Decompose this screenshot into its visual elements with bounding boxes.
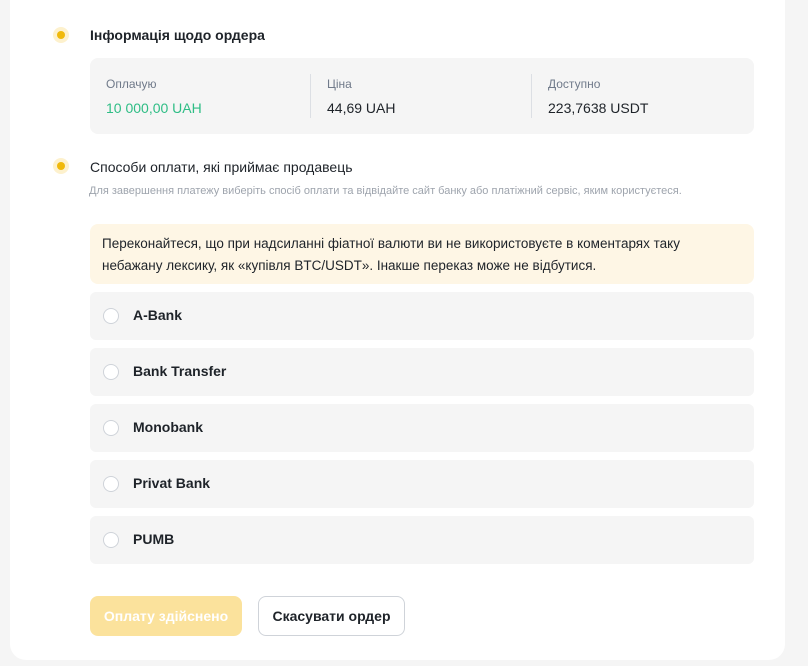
price-label: Ціна — [327, 77, 352, 91]
info-divider — [310, 74, 311, 118]
order-info-box: Оплачую 10 000,00 UAH Ціна 44,69 UAH Дос… — [90, 58, 754, 134]
price-value: 44,69 UAH — [327, 100, 396, 116]
payment-option-label: Privat Bank — [133, 475, 211, 491]
pay-amount-value: 10 000,00 UAH — [106, 100, 202, 116]
payment-methods-title: Способи оплати, які приймає продавець — [90, 159, 353, 175]
payment-option-label: Monobank — [133, 419, 203, 435]
order-info-title: Інформація щодо ордера — [90, 27, 265, 43]
payment-done-button[interactable]: Оплату здійснено — [90, 596, 242, 636]
cancel-order-button[interactable]: Скасувати ордер — [258, 596, 405, 636]
available-label: Доступно — [548, 77, 601, 91]
info-divider — [531, 74, 532, 118]
step-indicator-dot — [57, 31, 65, 39]
payment-option-label: A-Bank — [133, 307, 183, 323]
payment-option-bank-transfer[interactable]: Bank Transfer — [90, 348, 754, 396]
payment-option-monobank[interactable]: Monobank — [90, 404, 754, 452]
available-value: 223,7638 USDT — [548, 100, 649, 116]
radio-button[interactable] — [103, 420, 119, 436]
radio-button[interactable] — [103, 364, 119, 380]
payment-option-a-bank[interactable]: A-Bank — [90, 292, 754, 340]
payment-methods-hint: Для завершення платежу виберіть спосіб о… — [89, 185, 682, 197]
payment-option-pumb[interactable]: PUMB — [90, 516, 754, 564]
payment-option-privat-bank[interactable]: Privat Bank — [90, 460, 754, 508]
radio-button[interactable] — [103, 476, 119, 492]
pay-amount-label: Оплачую — [106, 77, 157, 91]
radio-button[interactable] — [103, 308, 119, 324]
warning-banner: Переконайтеся, що при надсиланні фіатної… — [90, 224, 754, 284]
step-indicator-dot — [57, 162, 65, 170]
payment-option-label: PUMB — [133, 531, 175, 547]
order-panel: Інформація щодо ордера Оплачую 10 000,00… — [10, 0, 785, 660]
radio-button[interactable] — [103, 532, 119, 548]
payment-option-label: Bank Transfer — [133, 363, 227, 379]
